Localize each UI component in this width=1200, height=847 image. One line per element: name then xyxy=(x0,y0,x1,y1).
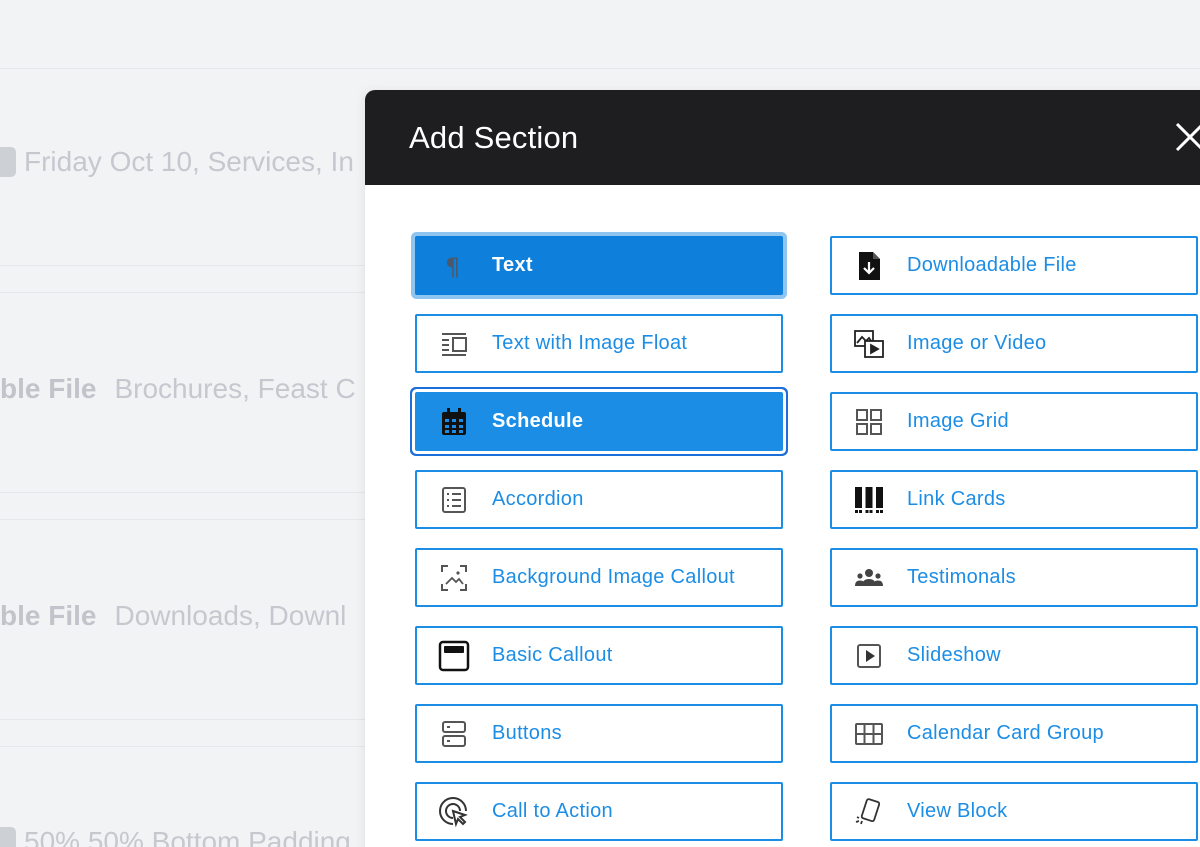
callout-icon xyxy=(438,640,470,672)
option-label: Slideshow xyxy=(907,644,1001,666)
view-block-icon xyxy=(853,796,885,828)
option-downloadable-file[interactable]: Downloadable File xyxy=(830,236,1198,295)
background-badge xyxy=(0,147,16,177)
grid-icon xyxy=(853,406,885,438)
calendar-icon xyxy=(438,406,470,438)
option-image-or-video[interactable]: Image or Video xyxy=(830,314,1198,373)
background-row: ble File Downloads, Downl xyxy=(0,600,346,632)
option-testimonals[interactable]: Testimonals xyxy=(830,548,1198,607)
option-label: Call to Action xyxy=(492,800,613,822)
option-label: Calendar Card Group xyxy=(907,722,1104,744)
divider xyxy=(0,68,1200,69)
option-label: Basic Callout xyxy=(492,644,613,666)
option-accordion[interactable]: Accordion xyxy=(415,470,783,529)
modal-header: Add Section xyxy=(365,90,1200,185)
cursor-click-icon xyxy=(438,796,470,828)
table-icon xyxy=(853,718,885,750)
option-label: Image Grid xyxy=(907,410,1009,432)
pilcrow-icon: ¶ xyxy=(438,250,470,282)
background-row-type: ble File xyxy=(0,373,97,404)
play-icon xyxy=(853,640,885,672)
background-row-text: Brochures, Feast C xyxy=(114,373,356,404)
option-slideshow[interactable]: Slideshow xyxy=(830,626,1198,685)
background-row-text: Friday Oct 10, Services, In xyxy=(24,146,354,177)
background-row-text: Downloads, Downl xyxy=(114,600,347,631)
file-download-icon xyxy=(853,250,885,282)
background-row: 50% 50% Bottom Padding xyxy=(0,826,351,847)
option-basic-callout[interactable]: Basic Callout xyxy=(415,626,783,685)
option-label: Text xyxy=(492,254,533,276)
option-label: Background Image Callout xyxy=(492,566,735,588)
add-section-modal: Add Section ¶ Text Text with Image Float… xyxy=(365,90,1200,847)
background-row-type: ble File xyxy=(0,600,97,631)
option-label: Accordion xyxy=(492,488,584,510)
background-image-icon xyxy=(438,562,470,594)
background-row: Friday Oct 10, Services, In xyxy=(0,146,354,178)
background-row: ble File Brochures, Feast C xyxy=(0,373,356,405)
background-badge xyxy=(0,827,16,847)
option-label: View Block xyxy=(907,800,1008,822)
option-call-to-action[interactable]: Call to Action xyxy=(415,782,783,841)
option-buttons[interactable]: Buttons xyxy=(415,704,783,763)
close-button[interactable] xyxy=(1173,120,1200,154)
buttons-icon xyxy=(438,718,470,750)
option-label: Testimonals xyxy=(907,566,1016,588)
option-label: Schedule xyxy=(492,410,584,432)
option-image-grid[interactable]: Image Grid xyxy=(830,392,1198,451)
accordion-icon xyxy=(438,484,470,516)
option-calendar-card-group[interactable]: Calendar Card Group xyxy=(830,704,1198,763)
modal-title: Add Section xyxy=(409,119,579,155)
option-label: Image or Video xyxy=(907,332,1047,354)
people-icon xyxy=(853,562,885,594)
svg-text:¶: ¶ xyxy=(445,253,460,281)
background-row-text: 50% 50% Bottom Padding xyxy=(24,826,351,847)
option-schedule[interactable]: Schedule xyxy=(415,392,783,451)
link-cards-icon xyxy=(853,484,885,516)
text-image-float-icon xyxy=(438,328,470,360)
option-link-cards[interactable]: Link Cards xyxy=(830,470,1198,529)
close-icon xyxy=(1175,122,1200,152)
option-label: Link Cards xyxy=(907,488,1006,510)
image-video-icon xyxy=(853,328,885,360)
option-background-image-callout[interactable]: Background Image Callout xyxy=(415,548,783,607)
option-text[interactable]: ¶ Text xyxy=(415,236,783,295)
option-label: Buttons xyxy=(492,722,562,744)
option-view-block[interactable]: View Block xyxy=(830,782,1198,841)
option-text-with-image-float[interactable]: Text with Image Float xyxy=(415,314,783,373)
option-label: Text with Image Float xyxy=(492,332,688,354)
option-label: Downloadable File xyxy=(907,254,1077,276)
